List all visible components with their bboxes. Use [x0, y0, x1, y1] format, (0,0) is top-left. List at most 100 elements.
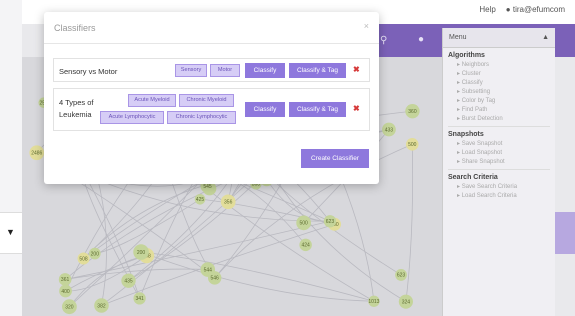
menu-item-subsetting[interactable]: ▸ Subsetting [457, 88, 555, 95]
graph-node[interactable]: 623 [323, 215, 337, 228]
menu-item-classify[interactable]: ▸ Classify [457, 79, 555, 86]
graph-node[interactable]: 382 [94, 298, 109, 313]
graph-node[interactable]: 200 [133, 244, 149, 260]
caret-up-icon[interactable]: ▲ [542, 34, 549, 41]
graph-node[interactable]: 500 [296, 215, 312, 231]
graph-node-label: 324 [402, 299, 411, 305]
menu-divider [448, 169, 550, 170]
classifier-tag: Motor [210, 64, 240, 77]
graph-node[interactable]: 341 [133, 292, 146, 305]
classifier-name-line2: Leukemia [59, 110, 92, 119]
menu-item-burst-detection[interactable]: ▸ Burst Detection [457, 115, 555, 122]
menu-item-cluster[interactable]: ▸ Cluster [457, 70, 555, 77]
create-classifier-button[interactable]: Create Classifier [301, 149, 369, 168]
graph-node[interactable]: 500 [405, 137, 419, 151]
classifier-row: Sensory vs Motor Sensory Motor Classify … [53, 58, 370, 82]
user-name: tira@efumcom [512, 5, 565, 14]
graph-node-label: 200 [137, 250, 146, 256]
menu-item-save-snapshot[interactable]: ▸ Save Snapshot [457, 140, 555, 147]
classify-and-tag-button[interactable]: Classify & Tag [289, 102, 346, 117]
close-icon[interactable]: × [364, 21, 369, 31]
menu-item-label: Color by Tag [461, 98, 496, 104]
menu-item-label: Find Path [461, 107, 488, 113]
classify-button[interactable]: Classify [245, 102, 285, 117]
highlight-band [555, 212, 575, 254]
classify-button[interactable]: Classify [245, 63, 285, 78]
menu-title: Menu [449, 34, 467, 41]
graph-node[interactable]: 508 [77, 252, 90, 265]
graph-node-label: 424 [301, 243, 310, 249]
menu-item-label: Load Search Criteria [461, 193, 517, 199]
menu-item-label: Neighbors [461, 62, 490, 68]
graph-node[interactable]: 361 [58, 273, 72, 286]
classifier-row: 4 Types of Leukemia Acute Myeloid Chroni… [53, 88, 370, 131]
graph-edge [140, 251, 374, 302]
graph-node[interactable]: 1013 [368, 295, 380, 307]
classifier-tag: Chronic Lymphocytic [167, 111, 236, 124]
help-link[interactable]: Help [479, 5, 495, 14]
modal-title: Classifiers [54, 23, 96, 33]
graph-node[interactable]: 623 [395, 269, 407, 281]
menu-item-neighbors[interactable]: ▸ Neighbors [457, 61, 555, 68]
menu-item-share-snapshot[interactable]: ▸ Share Snapshot [457, 158, 555, 165]
remove-icon[interactable]: ✖ [353, 65, 360, 74]
graph-node[interactable]: 435 [121, 273, 136, 288]
menu-item-label: Cluster [461, 71, 481, 77]
menu-item-load-search-criteria[interactable]: ▸ Load Search Criteria [457, 192, 555, 199]
menu-item-label: Share Snapshot [461, 159, 505, 165]
graph-node-label: 382 [97, 303, 106, 309]
graph-node-label: 2486 [31, 151, 42, 157]
graph-node[interactable]: 424 [299, 238, 312, 252]
classifier-name-line1: 4 Types of [59, 98, 94, 107]
graph-node-label: 545 [203, 184, 212, 190]
left-sidebar [0, 0, 22, 316]
classifier-tag: Chronic Myeloid [179, 94, 234, 107]
remove-icon[interactable]: ✖ [353, 104, 360, 113]
menu-item-color-by-tag[interactable]: ▸ Color by Tag [457, 97, 555, 104]
graph-edge [141, 251, 375, 302]
modal-divider [44, 43, 379, 44]
graph-edge [266, 179, 330, 222]
classifiers-modal: Classifiers × Sensory vs Motor Sensory M… [44, 12, 379, 184]
menu-header[interactable]: Menu ▲ [443, 28, 555, 48]
menu-item-find-path[interactable]: ▸ Find Path [457, 106, 555, 113]
graph-node-label: 341 [135, 296, 144, 302]
graph-node-label: 623 [326, 219, 335, 225]
graph-node-label: 546 [211, 276, 220, 282]
menu-panel: Menu ▲ Algorithms ▸ Neighbors ▸ Cluster … [442, 28, 555, 316]
graph-node[interactable]: 2486 [29, 145, 45, 161]
menu-item-load-snapshot[interactable]: ▸ Load Snapshot [457, 149, 555, 156]
settings-dot-icon[interactable]: ● [418, 34, 424, 45]
graph-node[interactable]: 320 [62, 299, 77, 315]
graph-node[interactable]: 324 [398, 294, 413, 309]
classifier-tag: Acute Lymphocytic [100, 111, 164, 124]
classifier-name: Sensory vs Motor [59, 67, 118, 76]
graph-node[interactable]: 433 [382, 122, 396, 137]
menu-section-heading: Search Criteria [448, 174, 498, 181]
menu-section-search-criteria: Search Criteria ▸ Save Search Criteria ▸… [443, 174, 555, 199]
graph-node-label: 623 [397, 273, 406, 279]
graph-node[interactable]: 546 [207, 271, 222, 285]
graph-node[interactable]: 360 [405, 103, 420, 119]
classify-and-tag-button[interactable]: Classify & Tag [289, 63, 346, 78]
classifier-tag: Acute Myeloid [128, 94, 176, 107]
graph-node[interactable]: 400 [59, 284, 72, 298]
caret-down-icon[interactable]: ▼ [6, 227, 15, 237]
graph-node[interactable]: 200 [88, 247, 101, 260]
graph-node[interactable]: 425 [194, 193, 206, 205]
graph-node-label: 360 [408, 109, 417, 115]
menu-item-label: Save Search Criteria [461, 184, 518, 190]
search-icon[interactable]: ⚲ [380, 35, 387, 46]
graph-node-label: 356 [224, 200, 233, 206]
menu-divider [448, 126, 550, 127]
graph-edge [267, 165, 407, 302]
user-menu[interactable]: ● tira@efumcom [506, 5, 565, 14]
graph-node-label: 508 [79, 256, 88, 262]
user-icon: ● [505, 5, 511, 14]
graph-node-label: 361 [61, 277, 70, 283]
graph-node[interactable]: 356 [220, 194, 236, 210]
menu-item-save-search-criteria[interactable]: ▸ Save Search Criteria [457, 183, 555, 190]
menu-item-label: Classify [461, 80, 483, 86]
menu-item-label: Burst Detection [461, 116, 503, 122]
menu-section-snapshots: Snapshots ▸ Save Snapshot ▸ Load Snapsho… [443, 131, 555, 165]
